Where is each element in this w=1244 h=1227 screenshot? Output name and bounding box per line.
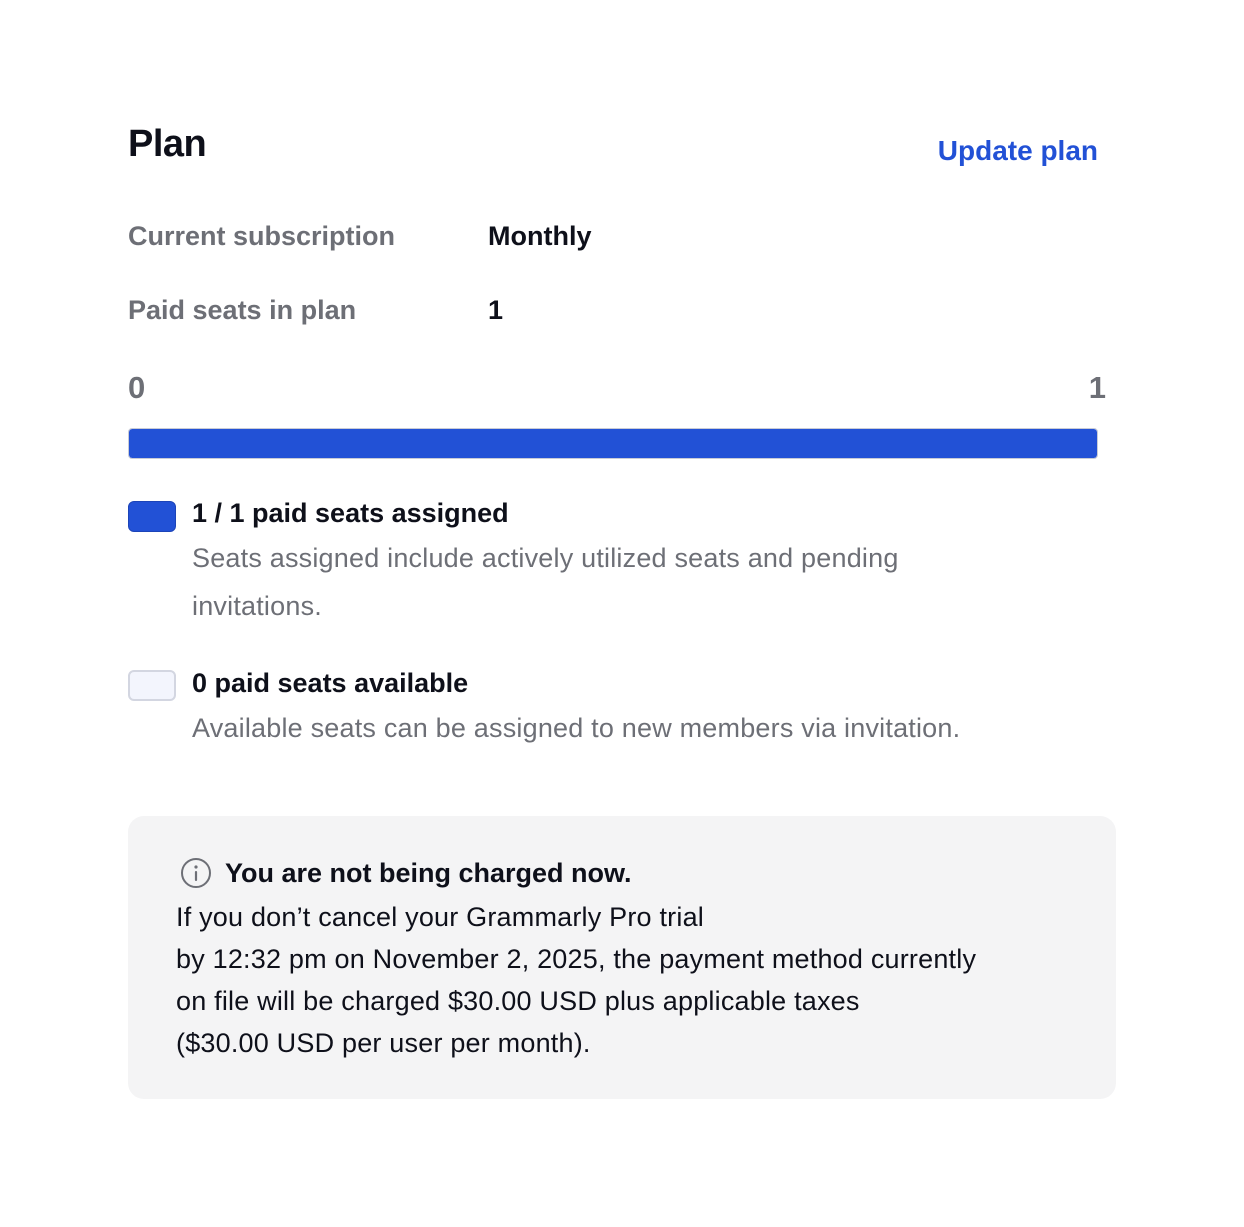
usage-scale-min: 0 <box>128 370 146 405</box>
info-icon <box>180 857 212 889</box>
current-subscription-label: Current subscription <box>128 221 396 251</box>
available-seats-description: Available seats can be assigned to new m… <box>192 713 961 743</box>
available-seats-title: 0 paid seats available <box>192 668 469 698</box>
assigned-seats-swatch <box>128 501 176 532</box>
notice-line: on file will be charged $30.00 USD plus … <box>176 986 860 1016</box>
assigned-seats-title: 1 / 1 paid seats assigned <box>192 498 509 528</box>
notice-title: You are not being charged now. <box>225 858 632 888</box>
paid-seats-label: Paid seats in plan <box>128 295 357 325</box>
update-plan-link[interactable]: Update plan <box>938 134 1098 168</box>
billing-notice: You are not being charged now. If you do… <box>128 816 1116 1099</box>
notice-line: If you don’t cancel your Grammarly Pro t… <box>176 902 704 932</box>
paid-seats-value: 1 <box>488 295 504 325</box>
notice-line: ($30.00 USD per user per month). <box>176 1028 591 1058</box>
assigned-seats-description: Seats assigned include actively utilized… <box>192 543 899 621</box>
seat-usage-fill <box>129 429 1097 458</box>
notice-line: by 12:32 pm on November 2, 2025, the pay… <box>176 944 977 974</box>
seat-usage-bar <box>128 428 1098 459</box>
page-title: Plan <box>128 123 207 165</box>
available-seats-swatch <box>128 670 176 701</box>
usage-scale-max: 1 <box>1088 370 1106 405</box>
notice-body: If you don’t cancel your Grammarly Pro t… <box>176 896 1076 1064</box>
current-subscription-value: Monthly <box>488 221 592 251</box>
